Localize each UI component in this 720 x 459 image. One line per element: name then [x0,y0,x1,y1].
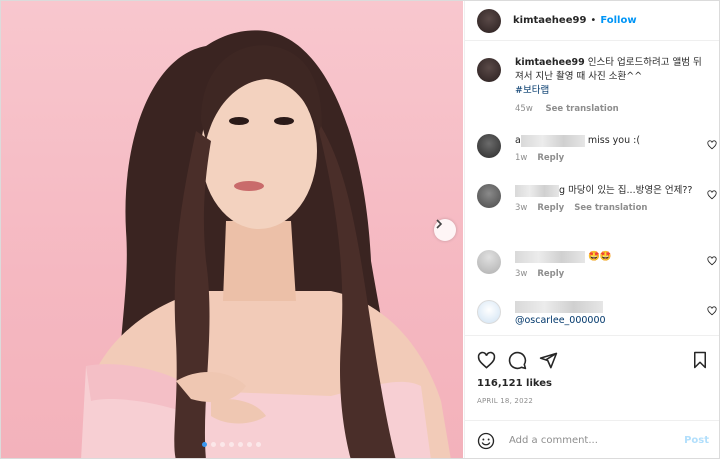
comment-input[interactable]: Add a comment... [509,435,684,446]
caption-hashtag[interactable]: #보타랩 [515,84,709,98]
caption: kimtaehee99 인스타 업로드하려고 앨범 뒤져서 지난 촬영 때 사진… [465,42,719,114]
reply-button[interactable]: Reply [537,153,564,163]
comment-text: miss you :( [587,135,641,146]
commenter-avatar[interactable] [477,134,501,158]
post-panel: kimtaehee99 • Follow kimtaehee99 인스타 업로드… [464,1,719,458]
comment-icon[interactable] [508,351,527,370]
heart-icon[interactable] [707,190,717,200]
comment-text: 마당이 있는 집...방영은 언제?? [568,185,693,196]
carousel-dot[interactable] [229,442,234,447]
carousel-dot[interactable] [211,442,216,447]
comments-list[interactable]: kimtaehee99 인스타 업로드하려고 앨범 뒤져서 지난 촬영 때 사진… [465,42,719,335]
next-photo-button[interactable] [434,219,456,241]
caption-see-translation[interactable]: See translation [545,104,618,114]
commenter-name-suffix[interactable]: g [559,185,565,196]
comment-item: 🤩🤩 3w Reply [477,250,717,279]
bookmark-icon[interactable] [691,351,709,369]
blurred-username [515,184,559,197]
commenter-avatar[interactable] [477,300,501,324]
emoji-icon[interactable] [477,432,495,450]
post-actions: 116,121 likes APRIL 18, 2022 Add a comme… [465,335,719,458]
carousel-dots [202,442,261,447]
reply-button[interactable]: Reply [537,203,564,213]
comment-mention[interactable]: @oscarlee_000000 [515,315,606,326]
see-translation-button[interactable]: See translation [574,203,647,213]
carousel-dot[interactable] [238,442,243,447]
author-avatar[interactable] [477,8,501,33]
reply-button[interactable]: Reply [537,269,564,279]
carousel-dot[interactable] [220,442,225,447]
follow-button[interactable]: Follow [600,15,636,26]
comment-item: @oscarlee_000000 [477,300,717,328]
comment-time[interactable]: 3w [515,203,527,213]
blurred-username [520,134,585,147]
share-icon[interactable] [539,351,558,370]
heart-icon[interactable] [707,306,717,316]
likes-count[interactable]: 116,121 likes [465,374,719,389]
comment-item: a miss you :( 1w Reply [477,134,717,163]
header-separator: • [590,15,597,26]
author-username[interactable]: kimtaehee99 [513,15,586,26]
post-header: kimtaehee99 • Follow [465,1,719,41]
commenter-avatar[interactable] [477,250,501,274]
instagram-post: kimtaehee99 • Follow kimtaehee99 인스타 업로드… [0,0,720,459]
portrait-image [81,30,451,458]
blurred-username [515,300,603,313]
comment-time[interactable]: 1w [515,153,527,163]
comment-item: g 마당이 있는 집...방영은 언제?? 3w Reply See transla… [477,184,717,213]
comment-time[interactable]: 3w [515,269,527,279]
post-date[interactable]: APRIL 18, 2022 [465,389,719,405]
caption-username[interactable]: kimtaehee99 [515,57,585,68]
commenter-avatar[interactable] [477,184,501,208]
like-heart-icon[interactable] [477,351,496,370]
carousel-dot[interactable] [256,442,261,447]
blurred-username [515,250,585,263]
heart-icon[interactable] [707,140,717,150]
carousel-dot[interactable] [247,442,252,447]
add-comment-bar: Add a comment... Post [465,420,719,458]
caption-avatar[interactable] [477,58,501,82]
chevron-right-icon [436,219,443,229]
comment-text: 🤩🤩 [588,251,612,262]
heart-icon[interactable] [707,256,717,266]
post-photo[interactable] [1,1,463,458]
post-comment-button[interactable]: Post [684,435,709,446]
carousel-dot[interactable] [202,442,207,447]
caption-time[interactable]: 45w [515,104,533,114]
